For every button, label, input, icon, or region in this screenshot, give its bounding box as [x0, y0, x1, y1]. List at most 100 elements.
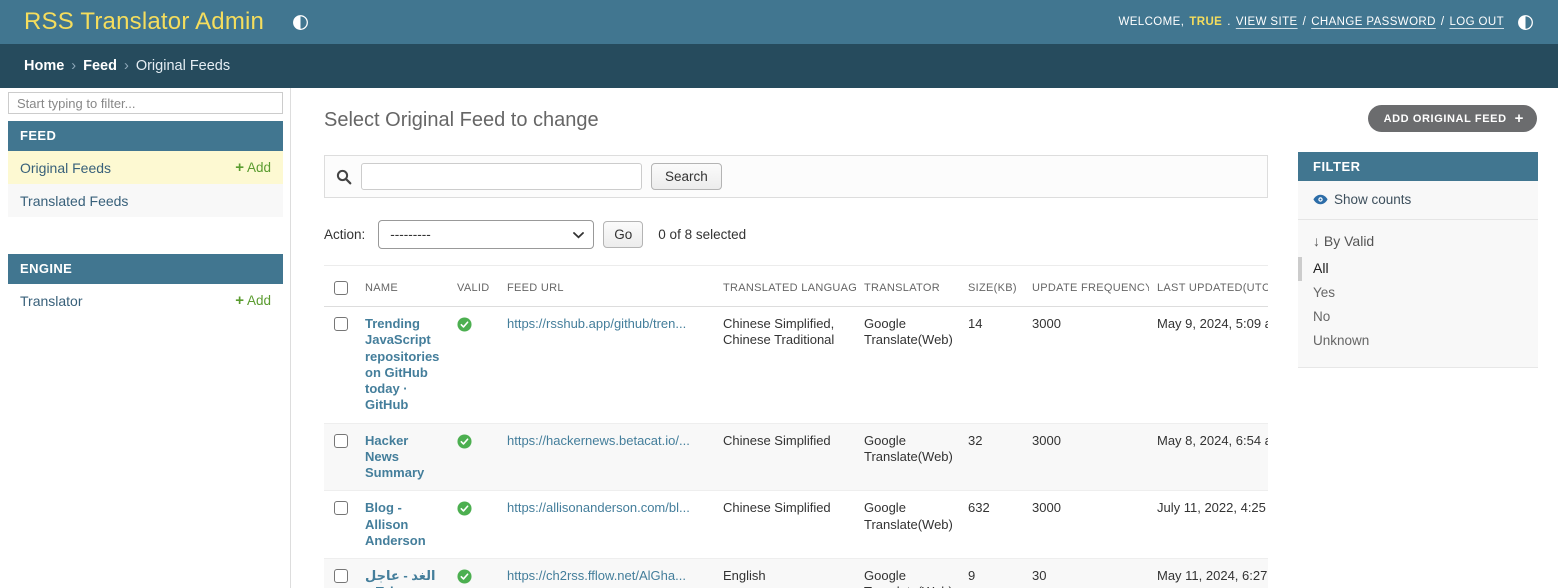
- update-frequency-cell: 30: [1024, 559, 1149, 588]
- nav-sidebar: FEED Original Feeds +Add Translated Feed…: [0, 88, 291, 588]
- table-row: Hacker News Summary https://hackernews.be…: [324, 423, 1268, 491]
- filter-option-unknown[interactable]: Unknown: [1298, 329, 1538, 353]
- chevron-down-icon: [573, 232, 584, 239]
- valid-check-icon: [457, 437, 472, 452]
- feed-url-link[interactable]: https://rsshub.app/github/tren...: [507, 316, 707, 332]
- col-header-translated-language[interactable]: TRANSLATED LANGUAGE: [715, 266, 856, 307]
- col-header-valid[interactable]: VALID: [449, 266, 499, 307]
- feed-url-link[interactable]: https://hackernews.betacat.io/...: [507, 433, 707, 449]
- change-password-link[interactable]: CHANGE PASSWORD: [1311, 16, 1436, 28]
- feed-name-link[interactable]: Hacker News Summary: [365, 433, 424, 481]
- filter-by-valid-heading[interactable]: ↓ By Valid: [1298, 220, 1538, 257]
- app-header: RSS Translator Admin WELCOME, TRUE. VIEW…: [0, 0, 1558, 44]
- sidebar-filter-input[interactable]: [8, 92, 283, 114]
- eye-icon: [1313, 194, 1328, 205]
- log-out-link[interactable]: LOG OUT: [1449, 16, 1504, 28]
- welcome-text: WELCOME,: [1118, 16, 1184, 28]
- breadcrumb-feed[interactable]: Feed: [83, 58, 117, 74]
- search-toolbar: Search: [324, 155, 1268, 198]
- last-updated-cell: May 9, 2024, 5:09 a: [1149, 307, 1268, 424]
- feed-table-body: Trending JavaScript repositories on GitH…: [324, 307, 1268, 588]
- table-row: Blog - Allison Anderson https://allisonan…: [324, 491, 1268, 559]
- col-header-update-frequency[interactable]: UPDATE FREQUENCY: [1024, 266, 1149, 307]
- translator-cell: Google Translate(Web): [856, 307, 960, 424]
- breadcrumb-separator: ›: [124, 58, 129, 74]
- row-checkbox[interactable]: [334, 569, 348, 583]
- filter-option-no[interactable]: No: [1298, 305, 1538, 329]
- sidebar-item-translated-feeds[interactable]: Translated Feeds: [8, 184, 283, 217]
- filter-option-yes[interactable]: Yes: [1298, 281, 1538, 305]
- table-row: الغد - عاجل – Telegram https://ch2rss.ffl…: [324, 559, 1268, 588]
- feed-name-link[interactable]: الغد - عاجل – Telegram: [365, 568, 435, 588]
- breadcrumb-home[interactable]: Home: [24, 58, 64, 74]
- table-row: Trending JavaScript repositories on GitH…: [324, 307, 1268, 424]
- view-site-link[interactable]: VIEW SITE: [1236, 16, 1298, 28]
- select-all-checkbox[interactable]: [334, 281, 348, 295]
- translated-language-cell: Chinese Simplified: [715, 423, 856, 491]
- welcome-period: .: [1227, 16, 1231, 28]
- translator-cell: Google Translate(Web): [856, 423, 960, 491]
- size-cell: 14: [960, 307, 1024, 424]
- translator-cell: Google Translate(Web): [856, 559, 960, 588]
- translated-feeds-link[interactable]: Translated Feeds: [20, 193, 128, 209]
- action-label: Action:: [324, 227, 365, 242]
- breadcrumb-current: Original Feeds: [136, 58, 230, 74]
- original-feeds-link[interactable]: Original Feeds: [20, 160, 111, 176]
- row-checkbox[interactable]: [334, 434, 348, 448]
- col-header-last-updated[interactable]: LAST UPDATED(UTC): [1149, 266, 1268, 307]
- link-separator: /: [1441, 16, 1445, 28]
- feed-url-link[interactable]: https://ch2rss.fflow.net/AlGha...: [507, 568, 707, 584]
- add-original-feed-button[interactable]: ADD ORIGINAL FEED +: [1368, 105, 1537, 132]
- col-header-size[interactable]: SIZE(KB): [960, 266, 1024, 307]
- size-cell: 32: [960, 423, 1024, 491]
- table-header-row: NAME VALID FEED URL TRANSLATED LANGUAGE …: [324, 266, 1268, 307]
- link-separator: /: [1303, 16, 1307, 28]
- feed-table: NAME VALID FEED URL TRANSLATED LANGUAGE …: [324, 265, 1268, 588]
- last-updated-cell: May 8, 2024, 6:54 a: [1149, 423, 1268, 491]
- translator-cell: Google Translate(Web): [856, 491, 960, 559]
- go-button[interactable]: Go: [603, 221, 643, 248]
- row-checkbox[interactable]: [334, 317, 348, 331]
- plus-icon: +: [1515, 111, 1524, 126]
- plus-icon: +: [235, 160, 244, 175]
- row-checkbox[interactable]: [334, 501, 348, 515]
- col-header-name[interactable]: NAME: [357, 266, 449, 307]
- feed-name-link[interactable]: Blog - Allison Anderson: [365, 500, 426, 548]
- search-button[interactable]: Search: [651, 163, 722, 190]
- theme-toggle-icon[interactable]: [1517, 14, 1534, 31]
- site-title[interactable]: RSS Translator Admin: [24, 8, 264, 36]
- sidebar-item-translator[interactable]: Translator +Add: [8, 284, 283, 317]
- sidebar-section-feed: FEED: [8, 121, 283, 151]
- action-select[interactable]: ---------: [378, 220, 594, 249]
- translator-link[interactable]: Translator: [20, 293, 83, 309]
- col-header-feed-url[interactable]: FEED URL: [499, 266, 715, 307]
- last-updated-cell: July 11, 2022, 4:25 p: [1149, 491, 1268, 559]
- sidebar-section-engine: ENGINE: [8, 254, 283, 284]
- translated-language-cell: Chinese Simplified, Chinese Traditional: [715, 307, 856, 424]
- user-tools: WELCOME, TRUE. VIEW SITE / CHANGE PASSWO…: [1118, 14, 1534, 31]
- add-original-feed-link[interactable]: +Add: [235, 160, 271, 175]
- breadcrumb-separator: ›: [71, 58, 76, 74]
- update-frequency-cell: 3000: [1024, 491, 1149, 559]
- update-frequency-cell: 3000: [1024, 307, 1149, 424]
- search-input[interactable]: [361, 163, 642, 190]
- feed-name-link[interactable]: Trending JavaScript repositories on GitH…: [365, 316, 439, 412]
- feed-url-link[interactable]: https://allisonanderson.com/bl...: [507, 500, 707, 516]
- last-updated-cell: May 11, 2024, 6:27: [1149, 559, 1268, 588]
- translated-language-cell: English: [715, 559, 856, 588]
- sidebar-item-original-feeds[interactable]: Original Feeds +Add: [8, 151, 283, 184]
- update-frequency-cell: 3000: [1024, 423, 1149, 491]
- filter-panel: FILTER Show counts ↓ By Valid All Yes No…: [1298, 152, 1538, 368]
- breadcrumb: Home › Feed › Original Feeds: [0, 44, 1558, 88]
- valid-check-icon: [457, 320, 472, 335]
- plus-icon: +: [235, 293, 244, 308]
- filter-option-all[interactable]: All: [1298, 257, 1538, 281]
- username: TRUE: [1189, 16, 1222, 28]
- show-counts-link[interactable]: Show counts: [1298, 181, 1538, 220]
- size-cell: 632: [960, 491, 1024, 559]
- page-title: Select Original Feed to change: [324, 88, 1268, 132]
- add-translator-link[interactable]: +Add: [235, 293, 271, 308]
- translated-language-cell: Chinese Simplified: [715, 491, 856, 559]
- theme-toggle-icon[interactable]: [292, 14, 309, 31]
- col-header-translator[interactable]: TRANSLATOR: [856, 266, 960, 307]
